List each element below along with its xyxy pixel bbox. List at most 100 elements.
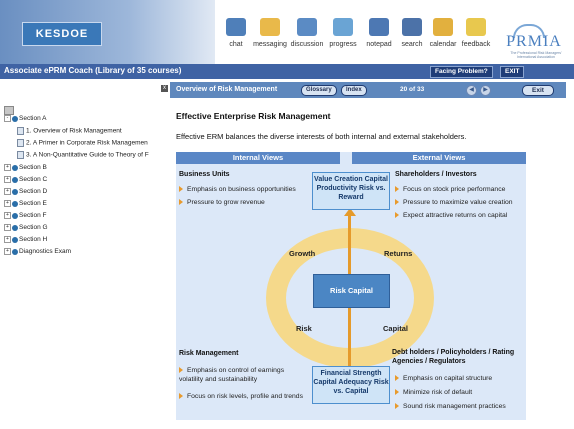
exit-lesson-button[interactable]: Exit [522,85,554,96]
bullet-arrow-icon [179,367,183,374]
tree-item-label: 1. Overview of Risk Management [26,127,122,135]
bullet-text: Emphasis on business opportunities [187,186,296,193]
bullet-arrow-icon [179,199,183,206]
bullet-item: Pressure to grow revenue [179,198,309,207]
tree-item-section-d[interactable]: + Section D [4,188,47,195]
lesson-title: Overview of Risk Management [176,86,278,93]
tree-item-diagnostics-exam[interactable]: + Diagnostics Exam [4,248,71,255]
notepad-icon [369,18,389,36]
next-page-button[interactable]: ▶ [480,85,491,96]
value-creation-box: Value Creation Capital Productivity Risk… [312,172,390,210]
feedback-icon [466,18,486,36]
tree-item-label: 2. A Primer in Corporate Risk Managemen [26,139,148,147]
feedback-tool-button[interactable]: feedback [456,18,496,48]
bullet-item: Focus on risk levels, profile and trends [179,392,304,401]
folder-icon [260,18,280,36]
bullet-item: Minimize risk of default [395,388,525,397]
capital-label: Capital [383,324,409,333]
calendar-icon [433,18,453,36]
bullet-item: Emphasis on business opportunities [179,185,309,194]
chat-tool-label: chat [229,41,243,48]
shareholders-title: Shareholders / Investors [395,171,477,178]
tree-item-section-b[interactable]: + Section B [4,164,47,171]
messaging-tool-button[interactable]: messaging [250,18,290,48]
bullet-text: Focus on risk levels, profile and trends [187,393,303,400]
progress-tool-button[interactable]: progress [323,18,363,48]
course-tree: - Section A 1. Overview of Risk Managemen… [0,79,172,429]
bullet-arrow-icon [179,393,183,400]
tree-item-section-f[interactable]: + Section F [4,212,46,219]
bullet-item: Emphasis on control of earnings volatili… [179,366,304,384]
returns-label: Returns [384,249,413,258]
kesdee-logo: KESDOE [22,22,102,46]
bullet-text: Emphasis on capital structure [403,375,493,382]
bullet-arrow-icon [395,186,399,193]
tree-item-section-g[interactable]: + Section G [4,224,48,231]
tree-item-label: Section E [19,200,47,208]
expand-icon: + [4,188,11,195]
growth-label: Growth [289,249,316,258]
bullet-text: Emphasis on control of earnings volatili… [179,367,285,383]
expand-icon: + [4,200,11,207]
bullet-arrow-icon [179,186,183,193]
discussion-tool-button[interactable]: discussion [287,18,327,48]
prmia-tagline: The Professional Risk Managers' Internat… [510,51,562,59]
glossary-button[interactable]: Glossary [301,85,337,96]
bullet-arrow-icon [395,212,399,219]
debt-holders-title: Debt holders / Policyholders / Rating Ag… [392,349,515,365]
tree-root-icon [4,106,14,115]
risk-capital-box: Risk Capital [313,274,390,308]
tree-item-label: 3. A Non-Quantitative Guide to Theory of… [26,151,149,159]
folder-icon [12,248,18,255]
tree-item-label: Section G [19,224,48,232]
tree-item-lesson-3[interactable]: 3. A Non-Quantitative Guide to Theory of… [17,151,149,159]
erm-diagram: Internal Views External Views Business U… [176,152,526,420]
expand-icon: + [4,224,11,231]
expand-icon: + [4,236,11,243]
bullet-text: Focus on stock price performance [403,186,506,193]
risk-management-title: Risk Management [179,350,239,357]
bullet-item: Expect attractive returns on capital [395,211,530,220]
calendar-tool-label: calendar [429,41,457,48]
people-icon [297,18,317,36]
exit-course-button[interactable]: EXIT [500,66,525,78]
tree-item-section-c[interactable]: + Section C [4,176,47,183]
course-title: Associate ePRM Coach (Library of 35 cour… [4,66,182,75]
tree-item-lesson-1[interactable]: 1. Overview of Risk Management [17,127,122,135]
folder-icon [12,236,18,243]
document-icon [17,151,24,159]
bullet-text: Pressure to grow revenue [187,199,265,206]
bullet-text: Pressure to maximize value creation [403,199,513,206]
tree-item-lesson-2[interactable]: 2. A Primer in Corporate Risk Managemen [17,139,148,147]
external-views-header: External Views [352,152,526,164]
expand-icon: + [4,212,11,219]
index-button[interactable]: Index [341,85,367,96]
bullet-arrow-icon [395,389,399,396]
progress-tool-label: progress [329,41,357,48]
facing-problem-button[interactable]: Facing Problem? [430,66,493,78]
document-icon [17,127,24,135]
arrow-left-icon: ◀ [469,87,474,93]
bullet-arrow-icon [395,375,399,382]
bullet-item: Emphasis on capital structure [395,374,525,383]
tree-item-section-a[interactable]: - Section A [4,115,46,122]
tree-item-section-h[interactable]: + Section H [4,236,47,243]
page-heading: Effective Enterprise Risk Management [176,111,331,121]
bullet-text: Expect attractive returns on capital [403,212,508,219]
close-panel-icon[interactable]: x [161,85,168,92]
bullet-item: Focus on stock price performance [395,185,530,194]
prmia-logo: PRMIA The Professional Risk Managers' In… [497,24,571,59]
tree-item-label: Section A [19,115,47,123]
tree-item-label: Section B [19,164,47,172]
tree-item-label: Section D [19,188,48,196]
folder-icon [12,212,18,219]
expand-icon: + [4,248,11,255]
folder-icon [12,115,18,122]
previous-page-button[interactable]: ◀ [466,85,477,96]
tree-item-label: Section F [19,212,47,220]
expand-icon: + [4,176,11,183]
search-icon [402,18,422,36]
progress-icon [333,18,353,36]
discussion-tool-label: discussion [290,41,324,48]
tree-item-section-e[interactable]: + Section E [4,200,47,207]
